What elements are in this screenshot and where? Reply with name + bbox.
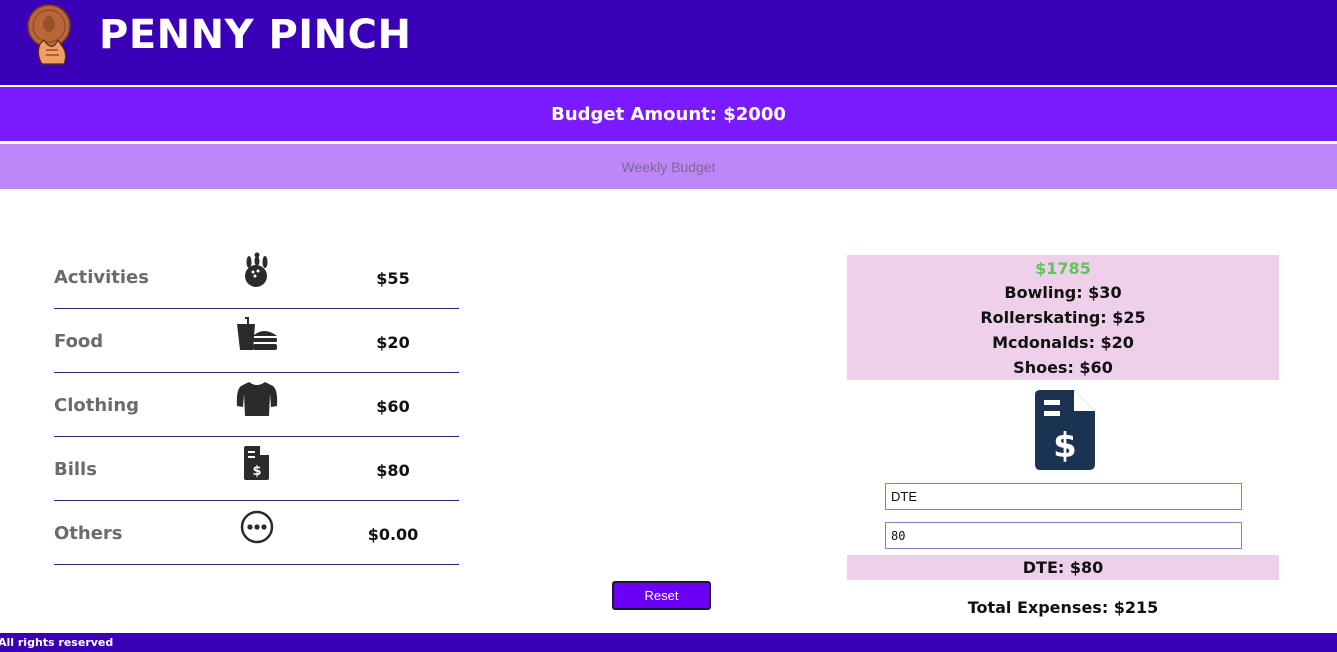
weekly-budget-label[interactable]: Weekly Budget [622,159,716,175]
expense-entry-label: DTE: $80 [1022,558,1104,577]
app-header: PENNY PINCH [0,0,1337,85]
category-row-bills[interactable]: Bills $ $80 [54,437,459,501]
category-name: Clothing [54,395,140,416]
category-row-food[interactable]: Food $20 [54,309,459,373]
expense-item: Mcdonalds: $20 [992,333,1134,352]
budget-amount-label: Budget Amount: $2000 [551,103,786,125]
category-name: Others [54,523,123,544]
category-row-others[interactable]: Others $0.00 [54,501,459,565]
total-expenses: Total Expenses: $215 [967,598,1159,617]
footer-text: All rights reserved [0,636,114,649]
category-amount: $0.00 [367,525,419,544]
category-name: Bills [54,459,97,480]
expense-amount-input[interactable] [885,522,1242,549]
shirt-icon[interactable] [234,379,280,419]
svg-text:$: $ [1053,426,1077,466]
bowling-icon[interactable] [234,251,280,291]
penny-logo-icon [24,4,76,66]
category-amount: $60 [376,397,410,416]
category-name: Activities [54,267,149,288]
weekly-budget-bar[interactable]: Weekly Budget [0,144,1337,189]
expense-item: Shoes: $60 [1013,358,1113,377]
expense-name-input[interactable] [885,483,1242,510]
invoice-icon[interactable]: $ [234,443,280,483]
expense-item: Rollerskating: $25 [980,308,1146,327]
ellipsis-icon[interactable] [234,507,280,547]
invoice-icon: $ [1034,389,1096,471]
category-amount: $20 [376,333,410,352]
category-row-activities[interactable]: Activities $55 [54,245,459,309]
category-amount: $55 [376,269,410,288]
app-footer: All rights reserved [0,633,1337,652]
svg-text:$: $ [252,464,261,479]
expense-summary: $1785 Bowling: $30 Rollerskating: $25 Mc… [847,255,1279,380]
category-list: Activities $55 Food $20 Clothing $60 Bil… [54,245,459,565]
fast-food-icon[interactable] [234,315,280,355]
app-title: PENNY PINCH [99,12,412,58]
category-name: Food [54,331,104,352]
expense-entry-preview: DTE: $80 [847,555,1279,580]
reset-button[interactable]: Reset [612,581,711,610]
category-amount: $80 [376,461,410,480]
remaining-balance: $1785 [1035,259,1091,278]
category-row-clothing[interactable]: Clothing $60 [54,373,459,437]
expense-item: Bowling: $30 [1004,283,1122,302]
budget-amount-bar: Budget Amount: $2000 [0,87,1337,141]
